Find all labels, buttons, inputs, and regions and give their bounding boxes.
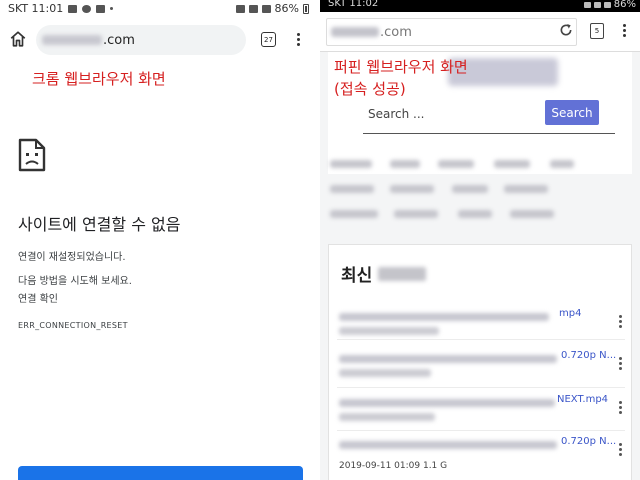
item-title-suffix: 0.720p N...	[561, 436, 617, 447]
latest-posts-card: 최신 mp4 0.720p N... NEXT.mp4 0.720p N... …	[328, 244, 632, 480]
item-meta: 2019-09-11 01:09 1.1 G	[339, 461, 448, 471]
puffin-caption: 퍼핀 웹브라우저 화면	[334, 58, 468, 76]
tab-switcher-button[interactable]: 5	[590, 23, 604, 39]
puffin-browser-panel: SKT 11:02 86% .com 5 Search ... 퍼핀 웹브라우저…	[320, 0, 640, 480]
home-icon[interactable]	[9, 30, 27, 48]
item-menu-icon[interactable]	[618, 443, 622, 459]
bluetooth-icon	[593, 1, 601, 8]
divider	[337, 339, 625, 340]
battery-percent: 86%	[274, 2, 299, 15]
sad-page-icon	[18, 138, 46, 172]
puffin-toolbar: .com 5	[320, 12, 640, 52]
chrome-caption: 크롬 웹브라우저 화면	[32, 70, 166, 88]
item-menu-icon[interactable]	[618, 315, 622, 331]
card-title-text: 최신	[341, 266, 373, 286]
menu-icon[interactable]	[296, 33, 300, 49]
comparison-screenshot: SKT 11:01 86% .com 27 크롬 웹브라우저 화면 사이트에 연…	[0, 0, 640, 480]
signal-icon	[261, 4, 271, 13]
battery-percent: 86%	[613, 0, 636, 10]
error-code: ERR_CONNECTION_RESET	[18, 321, 128, 330]
puffin-caption-success: (접속 성공)	[334, 80, 406, 98]
tab-switcher-button[interactable]: 27	[261, 32, 276, 47]
gallery-notification-icon	[68, 4, 78, 13]
item-menu-icon[interactable]	[618, 357, 622, 373]
reload-icon[interactable]	[558, 22, 574, 38]
error-message: 연결이 재설정되었습니다.	[18, 252, 126, 263]
check-notification-icon	[96, 4, 106, 13]
item-title-suffix: NEXT.mp4	[557, 394, 609, 405]
chrome-toolbar: .com 27	[0, 18, 315, 62]
url-domain-suffix: .com	[103, 32, 135, 48]
search-button[interactable]: Search	[545, 100, 599, 125]
list-item[interactable]: NEXT.mp4	[339, 393, 629, 441]
status-bar: SKT 11:02 86%	[320, 0, 640, 12]
card-title: 최신	[341, 261, 427, 286]
error-suggestion: 다음 방법을 시도해 보세요.	[18, 276, 132, 287]
error-title: 사이트에 연결할 수 없음	[18, 215, 181, 234]
alarm-icon	[583, 1, 591, 8]
list-item[interactable]: 0.720p N...	[339, 349, 629, 397]
status-time: SKT 11:01	[8, 2, 64, 15]
menu-icon[interactable]	[622, 24, 626, 40]
divider	[337, 387, 625, 388]
redacted-domain	[42, 35, 102, 45]
bluetooth-icon	[248, 4, 258, 13]
url-domain-suffix: .com	[380, 24, 412, 40]
item-menu-icon[interactable]	[618, 401, 622, 417]
message-notification-icon	[82, 4, 92, 13]
signal-icon	[603, 1, 611, 8]
item-title-suffix: 0.720p N...	[561, 350, 617, 361]
redacted-title	[378, 266, 427, 281]
item-title-suffix: mp4	[559, 308, 582, 319]
alarm-icon	[235, 4, 245, 13]
status-bar: SKT 11:01 86%	[0, 0, 315, 18]
more-notifications-icon	[110, 7, 114, 10]
list-item[interactable]: mp4	[339, 307, 629, 355]
reload-button[interactable]	[18, 466, 303, 480]
url-bar[interactable]: .com	[36, 25, 246, 55]
check-connection-item: 연결 확인	[18, 294, 58, 305]
status-time: SKT 11:02	[328, 0, 379, 9]
redacted-domain	[331, 27, 379, 37]
list-item[interactable]: 0.720p N... 2019-09-11 01:09 1.1 G	[339, 435, 629, 480]
category-menu	[328, 152, 632, 230]
battery-icon	[303, 3, 309, 14]
chrome-browser-panel: SKT 11:01 86% .com 27 크롬 웹브라우저 화면 사이트에 연…	[0, 0, 315, 480]
divider	[337, 430, 625, 431]
url-bar[interactable]: .com	[326, 18, 577, 46]
search-placeholder: Search ...	[368, 107, 425, 121]
